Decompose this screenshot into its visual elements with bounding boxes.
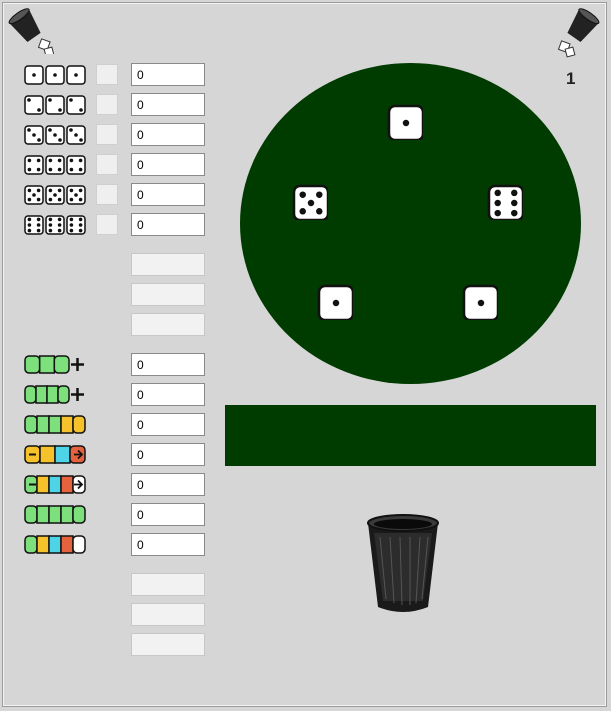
threes-icon [24, 125, 86, 145]
large-straight-icon [24, 475, 86, 494]
chance-icon [24, 535, 86, 554]
category-marker[interactable] [96, 124, 118, 145]
table-die[interactable] [317, 284, 353, 320]
category-marker[interactable] [96, 184, 118, 205]
category-marker[interactable] [96, 64, 118, 85]
upper-total-field [131, 283, 205, 306]
table-die[interactable] [292, 184, 328, 220]
small-straight-icon [24, 445, 86, 464]
category-marker[interactable] [96, 154, 118, 175]
four-of-a-kind-icon [24, 385, 84, 404]
upper-total-field [131, 253, 205, 276]
score-field[interactable]: 0 [131, 183, 205, 206]
held-dice-tray[interactable] [225, 405, 596, 466]
lower-total-field [131, 603, 205, 626]
score-field[interactable]: 0 [131, 93, 205, 116]
score-field[interactable]: 0 [131, 413, 205, 436]
fives-icon [24, 185, 86, 205]
category-marker[interactable] [96, 214, 118, 235]
score-field[interactable]: 0 [131, 473, 205, 496]
score-field[interactable]: 0 [131, 353, 205, 376]
score-field[interactable]: 0 [131, 123, 205, 146]
upper-total-field [131, 313, 205, 336]
score-field[interactable]: 0 [131, 383, 205, 406]
dice-cup-icon[interactable] [8, 8, 54, 54]
full-house-icon [24, 415, 86, 434]
dice-cup-icon-right[interactable] [556, 8, 602, 58]
shake-cup-icon[interactable] [366, 513, 440, 617]
table-die[interactable] [387, 104, 423, 140]
table-die[interactable] [462, 284, 498, 320]
fours-icon [24, 155, 86, 175]
score-field[interactable]: 0 [131, 443, 205, 466]
round-counter: 1 [566, 69, 576, 88]
yahtzee-icon [24, 505, 86, 524]
score-field[interactable]: 0 [131, 153, 205, 176]
three-of-a-kind-icon [24, 355, 84, 374]
category-marker[interactable] [96, 94, 118, 115]
score-field[interactable]: 0 [131, 63, 205, 86]
twos-icon [24, 95, 86, 115]
lower-total-field [131, 573, 205, 596]
lower-total-field [131, 633, 205, 656]
score-field[interactable]: 0 [131, 503, 205, 526]
score-field[interactable]: 0 [131, 213, 205, 236]
sixes-icon [24, 215, 86, 235]
ones-icon [24, 65, 86, 85]
table-die[interactable] [487, 184, 523, 220]
score-field[interactable]: 0 [131, 533, 205, 556]
